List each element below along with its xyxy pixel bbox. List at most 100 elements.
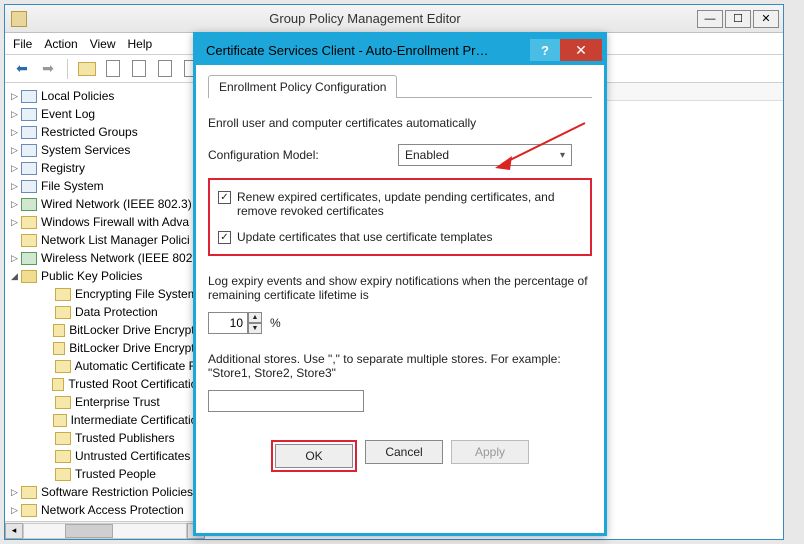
tree-item-label: Event Log [41, 107, 95, 121]
tree-item[interactable]: Data Protection [5, 303, 204, 321]
net-icon [21, 198, 37, 211]
tree-expander-icon[interactable]: ▷ [11, 127, 21, 138]
tree-item[interactable]: BitLocker Drive Encryptio [5, 339, 204, 357]
folder-icon [21, 504, 37, 517]
tree-item-label: Wired Network (IEEE 802.3) P [41, 197, 203, 211]
renew-checkbox[interactable] [218, 191, 231, 204]
back-icon[interactable]: ⬅ [11, 58, 33, 80]
tree-item[interactable]: ▷Registry [5, 159, 204, 177]
scroll-thumb[interactable] [65, 524, 114, 538]
ok-button[interactable]: OK [275, 444, 353, 468]
sheet-icon [21, 180, 37, 193]
ok-button-highlight: OK [271, 440, 357, 472]
horizontal-scrollbar[interactable]: ◂ ▸ [5, 521, 205, 539]
sheet-icon [21, 162, 37, 175]
tree-view[interactable]: ▷ Local Policies ▷ Event Log ▷ Restricted Gro… [5, 83, 205, 521]
tree-item-label: Network List Manager Polici [41, 233, 190, 247]
tab-enrollment-policy[interactable]: Enrollment Policy Configuration [208, 75, 397, 98]
tree-expander-icon[interactable]: ▷ [11, 181, 21, 192]
tree-expander-icon[interactable]: ▷ [11, 217, 21, 228]
expiry-percent-input[interactable] [208, 312, 248, 334]
tree-item[interactable]: ▷System Services [5, 141, 204, 159]
checkbox-group-highlight: Renew expired certificates, update pendi… [208, 178, 592, 256]
tree-item[interactable]: ▷ Local Policies [5, 87, 204, 105]
cancel-button[interactable]: Cancel [365, 440, 443, 464]
tree-item[interactable]: Untrusted Certificates [5, 447, 204, 465]
scroll-track[interactable] [23, 523, 187, 539]
tree-item[interactable]: ▷ Software Restriction Policies [5, 483, 204, 501]
scroll-left-button[interactable]: ◂ [5, 523, 23, 539]
tree-item-label: Data Protection [75, 305, 158, 319]
tree-item[interactable]: ▷ Network Access Protection [5, 501, 204, 519]
tree-item[interactable]: ▷Wireless Network (IEEE 802.1 [5, 249, 204, 267]
menu-view[interactable]: View [90, 37, 116, 51]
tree-expander-icon[interactable]: ▷ [11, 487, 21, 498]
percent-label: % [270, 316, 281, 330]
tree-item-label: Network Access Protection [41, 503, 184, 517]
tree-expander-icon[interactable]: ▷ [11, 199, 21, 210]
update-templates-checkbox[interactable] [218, 231, 231, 244]
tree-item[interactable]: Automatic Certificate Re [5, 357, 204, 375]
tree-item[interactable]: Trusted Root Certification [5, 375, 204, 393]
folder-icon [55, 432, 71, 445]
tree-item[interactable]: Intermediate Certification [5, 411, 204, 429]
tree-item[interactable]: Network List Manager Polici [5, 231, 204, 249]
refresh-icon[interactable] [128, 58, 150, 80]
spin-down-button[interactable]: ▼ [248, 323, 262, 334]
tree-item[interactable]: ▷ Event Log [5, 105, 204, 123]
app-icon [11, 11, 27, 27]
tree-item[interactable]: ▷ Restricted Groups [5, 123, 204, 141]
tree-item-label: Automatic Certificate Re [75, 359, 204, 373]
dialog-help-button[interactable]: ? [530, 39, 560, 61]
tree-item[interactable]: BitLocker Drive Encryptio [5, 321, 204, 339]
expiry-percent-spinner[interactable]: ▲ ▼ [208, 312, 262, 334]
autoenrollment-dialog: Certificate Services Client - Auto-Enrol… [193, 32, 607, 536]
up-folder-icon[interactable] [76, 58, 98, 80]
tree-item-label: Public Key Policies [41, 269, 142, 283]
tree-item[interactable]: ▷ File System [5, 177, 204, 195]
folder-icon [55, 288, 71, 301]
tree-item-label: Software Restriction Policies [41, 485, 193, 499]
tree-expander-icon[interactable]: ◢ [11, 271, 21, 282]
update-templates-label: Update certificates that use certificate… [237, 230, 582, 244]
export-icon[interactable] [154, 58, 176, 80]
tree-item-label: Local Policies [41, 89, 114, 103]
dialog-title: Certificate Services Client - Auto-Enrol… [196, 43, 530, 58]
spin-up-button[interactable]: ▲ [248, 312, 262, 323]
tree-item[interactable]: Enterprise Trust [5, 393, 204, 411]
tree-expander-icon[interactable]: ▷ [11, 145, 21, 156]
config-model-combo[interactable]: Enabled [398, 144, 572, 166]
tree-item[interactable]: ▷ Wired Network (IEEE 802.3) P [5, 195, 204, 213]
folder-icon [53, 414, 66, 427]
tree-item-label: File System [41, 179, 104, 193]
tree-expander-icon[interactable]: ▷ [11, 91, 21, 102]
tree-item-label: Intermediate Certification [71, 413, 204, 427]
menu-file[interactable]: File [13, 37, 32, 51]
tree-item-label: Restricted Groups [41, 125, 138, 139]
tree-expander-icon[interactable]: ▷ [11, 253, 21, 264]
config-model-value: Enabled [405, 148, 449, 162]
additional-stores-input[interactable] [208, 390, 364, 412]
tree-item-label: Enterprise Trust [75, 395, 160, 409]
dialog-close-button[interactable]: ✕ [560, 39, 602, 61]
properties-icon[interactable] [102, 58, 124, 80]
renew-checkbox-label: Renew expired certificates, update pendi… [237, 190, 582, 218]
tree-expander-icon[interactable]: ▷ [11, 505, 21, 516]
menu-action[interactable]: Action [44, 37, 77, 51]
tree-item[interactable]: ▷Windows Firewall with Adva [5, 213, 204, 231]
tree-expander-icon[interactable]: ▷ [11, 109, 21, 120]
folder-icon [21, 486, 37, 499]
tree-item-label: Trusted Publishers [75, 431, 175, 445]
forward-icon[interactable]: ➡ [37, 58, 59, 80]
maximize-button[interactable]: ☐ [725, 10, 751, 28]
tree-item[interactable]: Trusted People [5, 465, 204, 483]
tree-item[interactable]: ◢ Public Key Policies [5, 267, 204, 285]
menu-help[interactable]: Help [128, 37, 153, 51]
config-model-label: Configuration Model: [208, 148, 388, 162]
minimize-button[interactable]: — [697, 10, 723, 28]
net-icon [21, 252, 37, 265]
tree-item[interactable]: Trusted Publishers [5, 429, 204, 447]
close-button[interactable]: ✕ [753, 10, 779, 28]
tree-item[interactable]: Encrypting File System [5, 285, 204, 303]
tree-expander-icon[interactable]: ▷ [11, 163, 21, 174]
